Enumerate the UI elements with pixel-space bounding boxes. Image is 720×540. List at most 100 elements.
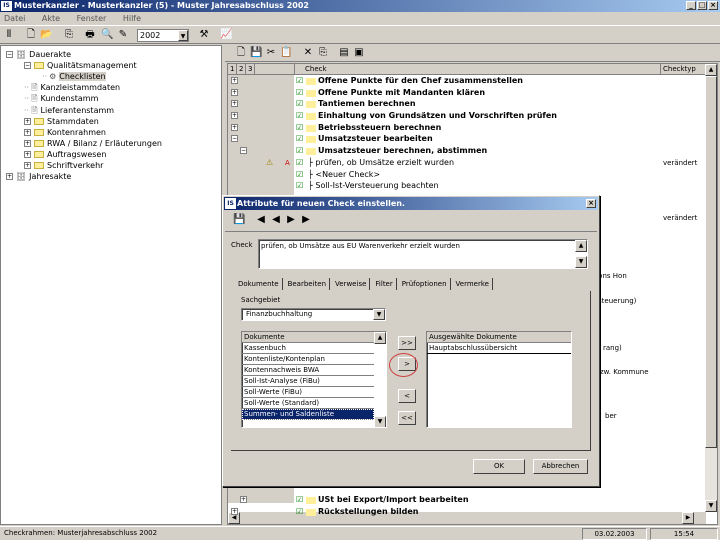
scroll-down-icon[interactable]: ▼ — [575, 256, 587, 268]
tools-icon[interactable]: ⚒ — [198, 29, 210, 41]
tab-vermerke[interactable]: Vermerke — [453, 278, 493, 290]
selected-documents-list[interactable]: Ausgewählte Dokumente Hauptabschlussüber… — [426, 331, 572, 428]
checkbox-checked-icon[interactable]: ☑ — [296, 494, 303, 506]
open-icon[interactable]: 📂 — [40, 29, 52, 41]
expand-icon[interactable]: + — [24, 117, 31, 125]
chart-icon[interactable]: 📈 — [220, 29, 232, 41]
scroll-down-icon[interactable]: ▼ — [374, 416, 386, 427]
export-icon[interactable]: ⎘ — [63, 29, 75, 41]
menu-fenster[interactable]: Fenster — [77, 14, 107, 23]
collapse-icon[interactable]: − — [240, 147, 247, 154]
table-row[interactable]: + ☑ Einhaltung von Grundsätzen und Vorschr… — [228, 110, 706, 122]
previous-icon[interactable]: ◀ — [270, 214, 282, 226]
details-icon[interactable]: ▤ — [338, 47, 350, 59]
table-row[interactable]: − ☑ Umsatzsteuer berechnen, abstimmen — [228, 145, 706, 157]
level-2-header[interactable]: 2 — [237, 64, 246, 75]
save-icon[interactable]: 💾 — [233, 214, 245, 226]
expand-icon[interactable]: + — [6, 173, 13, 181]
expand-icon[interactable]: + — [231, 77, 238, 84]
table-row[interactable]: + ☑ Tantiemen berechnen — [228, 98, 706, 110]
level-3-header[interactable]: 3 — [246, 64, 255, 75]
checkbox-checked-icon[interactable]: ☑ — [296, 157, 303, 169]
table-row[interactable]: ⚠ A ☑ ├ prüfen, ob Umsätze erzielt wurden ve… — [228, 157, 706, 169]
year-select[interactable]: 2002 ▼ — [137, 29, 189, 42]
expand-icon[interactable]: + — [24, 162, 31, 169]
remove-button[interactable]: < — [398, 389, 416, 403]
close-button[interactable]: × — [708, 1, 718, 10]
chevron-down-icon[interactable]: ▼ — [373, 309, 385, 320]
new-icon[interactable]: 🗋 — [235, 47, 247, 59]
dialog-close-button[interactable]: × — [586, 199, 596, 208]
tab-verweise[interactable]: Verweise — [332, 278, 371, 290]
checkbox-checked-icon[interactable]: ☑ — [296, 110, 303, 122]
expand-icon[interactable]: + — [24, 150, 31, 158]
table-row[interactable]: + ☑ USt bei Export/Import bearbeiten — [228, 494, 706, 506]
delete-icon[interactable]: ✕ — [302, 47, 314, 59]
tree-item[interactable]: + 🗄 Jahresakte — [6, 171, 71, 182]
tree-item[interactable]: + RWA / Bilanz / Erläuterungen — [24, 138, 162, 149]
tree-item[interactable]: + Auftragswesen — [24, 149, 106, 160]
table-row[interactable]: + ☑ Rückstellungen bilden — [228, 506, 706, 518]
expand-icon[interactable]: + — [231, 508, 238, 515]
scroll-up-icon[interactable]: ▲ — [575, 240, 587, 252]
chevron-down-icon[interactable]: ▼ — [178, 30, 188, 41]
first-icon[interactable]: ◀ — [255, 214, 267, 226]
checkbox-checked-icon[interactable]: ☑ — [296, 506, 303, 518]
document-item[interactable]: Soll-Werte (FiBu) — [242, 387, 374, 398]
expand-icon[interactable]: + — [231, 100, 238, 107]
collapse-icon[interactable]: − — [6, 51, 13, 58]
tab-bearbeiten[interactable]: Bearbeiten — [285, 278, 331, 290]
expand-icon[interactable]: + — [231, 124, 238, 131]
tree-item[interactable]: ·· 🗎 Lieferantenstamm — [24, 105, 114, 116]
level-1-header[interactable]: 1 — [228, 64, 237, 75]
new-icon[interactable]: 🗋 — [25, 29, 37, 41]
expand-icon[interactable]: + — [231, 112, 238, 119]
menu-hilfe[interactable]: Hilfe — [123, 14, 141, 23]
expand-icon[interactable]: + — [24, 128, 31, 136]
tree-item[interactable]: ·· 🗎 Kundenstamm — [24, 93, 98, 104]
tree-item[interactable]: ·· ⚙ Checklisten — [42, 71, 106, 82]
next-icon[interactable]: ▶ — [285, 214, 297, 226]
tab-filter[interactable]: Filter — [372, 278, 397, 290]
tree-item[interactable]: + Stammdaten — [24, 116, 99, 127]
scroll-thumb[interactable] — [705, 76, 717, 448]
expand-icon[interactable]: + — [240, 496, 247, 503]
tree-item[interactable]: ·· 🗎 Kanzleistammdaten — [24, 82, 120, 93]
document-item[interactable]: Soll-Ist-Analyse (FiBu) — [242, 376, 374, 387]
remove-all-button[interactable]: << — [398, 411, 416, 425]
documents-list[interactable]: Dokumente ▲ ▼ Kassenbuch Kontenliste/Kont… — [241, 331, 387, 428]
table-row[interactable]: + ☑ Offene Punkte für den Chef zusammenste… — [228, 75, 706, 87]
checkbox-checked-icon[interactable]: ☑ — [296, 145, 303, 157]
document-item[interactable]: Kontenliste/Kontenplan — [242, 354, 374, 365]
save-icon[interactable]: 💾 — [250, 47, 262, 59]
document-item[interactable]: Kassenbuch — [242, 343, 374, 354]
export-icon[interactable]: ⎘ — [317, 47, 329, 59]
scroll-up-icon[interactable]: ▲ — [374, 332, 386, 344]
tree-item[interactable]: − Qualitätsmanagement — [24, 60, 137, 71]
vertical-scrollbar[interactable]: ▲ ▼ — [705, 64, 717, 512]
print-icon[interactable]: 🖶 — [84, 29, 96, 41]
checkbox-checked-icon[interactable]: ☑ — [296, 133, 303, 145]
table-row[interactable]: ☑ ├ Soll-Ist-Versteuerung beachten — [228, 180, 706, 192]
document-item[interactable]: Summen- und Saldenliste — [242, 409, 374, 420]
menu-datei[interactable]: Datei — [4, 14, 25, 23]
edit-icon[interactable]: ✎ — [117, 29, 129, 41]
scroll-up-icon[interactable]: ▲ — [705, 64, 717, 76]
check-header[interactable]: Check — [295, 64, 661, 75]
view-icon[interactable]: ▣ — [353, 47, 365, 59]
expand-icon[interactable]: + — [24, 139, 31, 147]
document-item[interactable]: Kontennachweis BWA — [242, 365, 374, 376]
menu-akte[interactable]: Akte — [42, 14, 60, 23]
collapse-icon[interactable]: − — [231, 135, 238, 142]
cancel-button[interactable]: Abbrechen — [533, 459, 588, 474]
tab-pruefoptionen[interactable]: Prüfoptionen — [399, 278, 451, 290]
checkbox-checked-icon[interactable]: ☑ — [296, 75, 303, 87]
expand-icon[interactable]: + — [231, 89, 238, 96]
document-item[interactable]: Soll-Werte (Standard) — [242, 398, 374, 409]
tree-item[interactable]: + Schriftverkehr — [24, 160, 103, 171]
paste-icon[interactable]: 📋 — [280, 47, 292, 59]
checktype-header[interactable]: Checktyp — [661, 64, 706, 75]
tree-item[interactable]: − 🗄 Dauerakte — [6, 49, 71, 60]
tree-item[interactable]: + Kontenrahmen — [24, 127, 106, 138]
preview-icon[interactable]: 🔍 — [101, 29, 113, 41]
